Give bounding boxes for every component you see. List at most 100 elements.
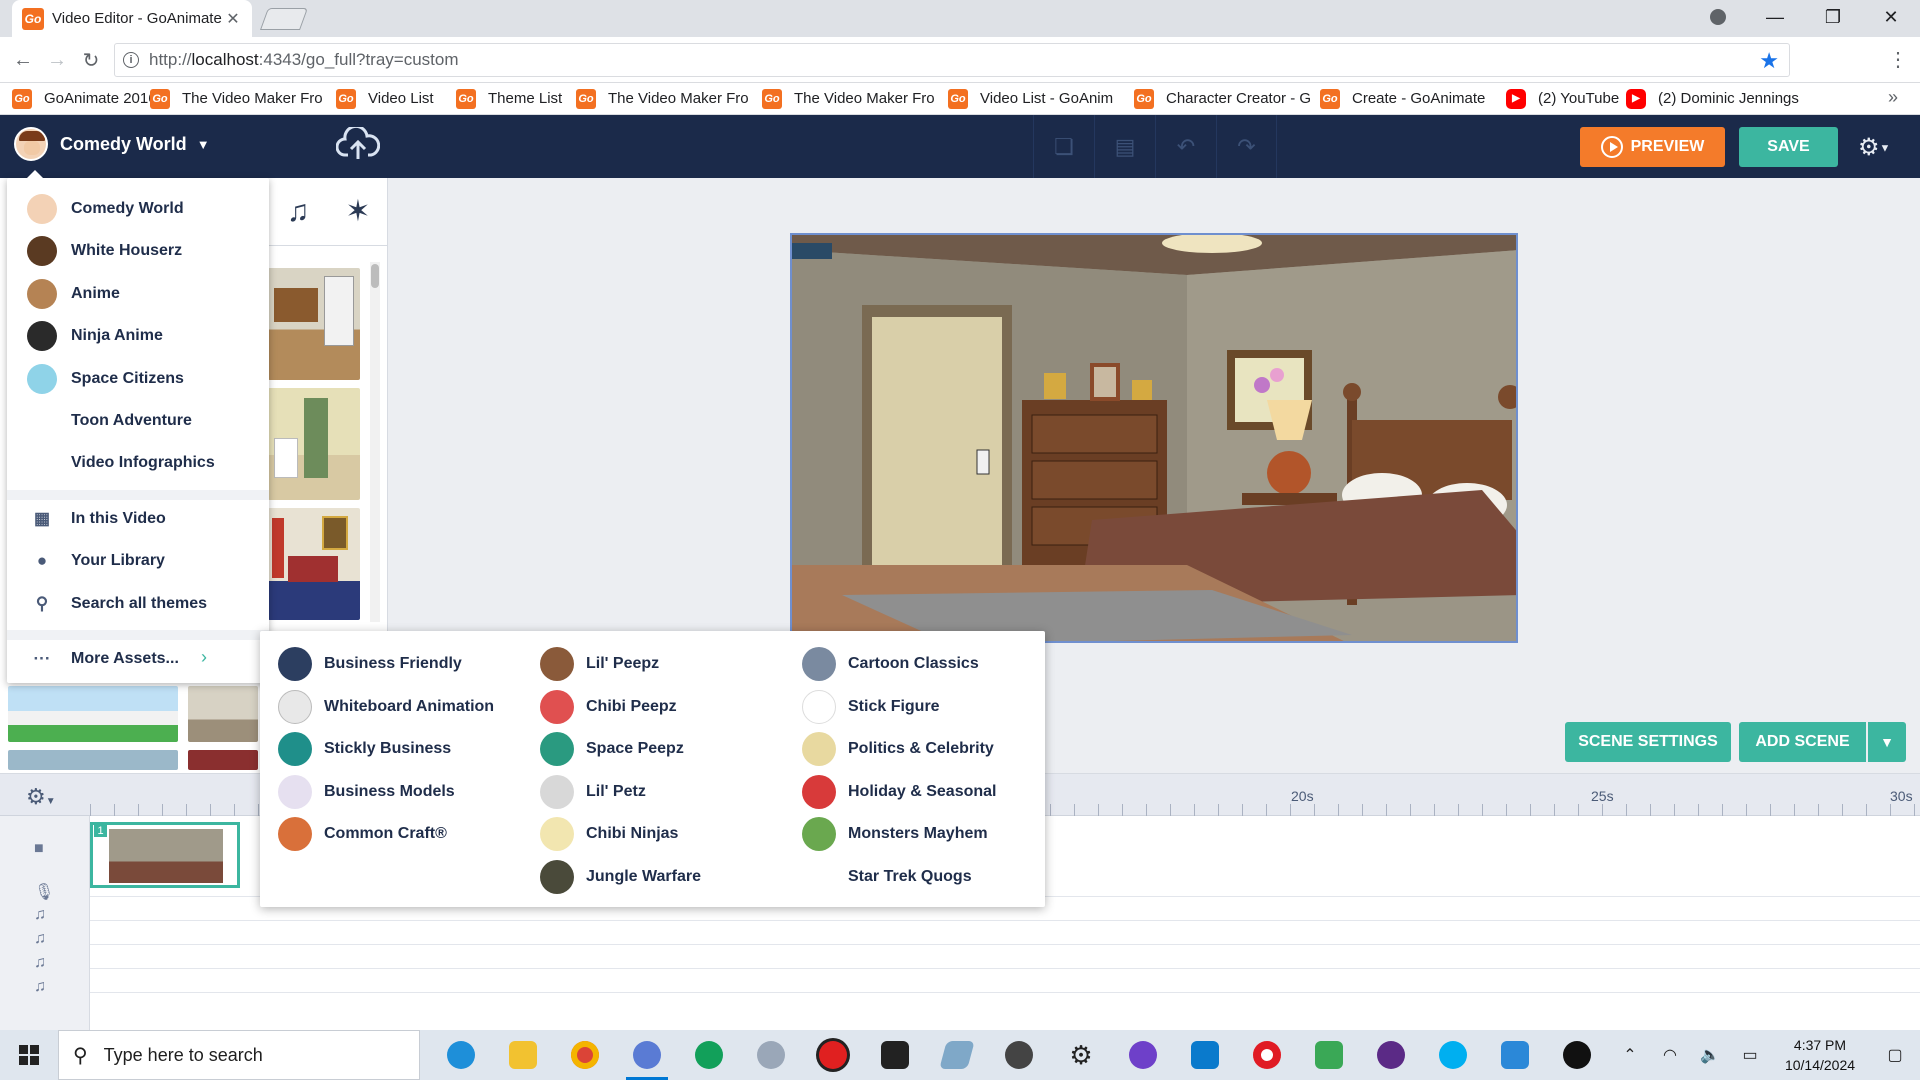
restore-icon[interactable]: ❐	[1804, 0, 1862, 34]
wifi-icon[interactable]: ◠	[1650, 1045, 1690, 1065]
chat-app-icon[interactable]	[1298, 1030, 1360, 1080]
app-green-icon[interactable]	[678, 1030, 740, 1080]
background-thumbnail[interactable]	[188, 750, 258, 770]
close-window-icon[interactable]: ✕	[1862, 0, 1920, 34]
edge-icon[interactable]	[430, 1030, 492, 1080]
background-thumbnail[interactable]	[268, 508, 360, 620]
theme-item-business-friendly[interactable]: Business Friendly	[278, 643, 494, 686]
theme-item-whiteboard-animation[interactable]: Whiteboard Animation	[278, 686, 494, 729]
settings-gear-icon[interactable]: ⚙▼	[1858, 133, 1890, 162]
timeline-scene-thumbnail[interactable]: 1	[90, 822, 240, 888]
theme-item-chibi-peepz[interactable]: Chibi Peepz	[540, 686, 701, 729]
battery-icon[interactable]: ▭	[1730, 1045, 1770, 1065]
scene-settings-button[interactable]: SCENE SETTINGS	[1565, 722, 1731, 762]
tab-close-icon[interactable]: ✕	[224, 9, 242, 29]
theme-item-common-craft[interactable]: Common Craft®	[278, 813, 494, 856]
background-thumbnail[interactable]	[8, 686, 178, 742]
back-icon[interactable]: ←	[8, 45, 38, 75]
undo-icon[interactable]: ↶	[1155, 115, 1216, 178]
scene-stage[interactable]	[790, 233, 1518, 643]
theme-item-comedy-world[interactable]: Comedy World	[7, 190, 269, 228]
bookmark-item[interactable]: GoGoAnimate 2016 Offl	[12, 85, 150, 113]
taskbar-search-input[interactable]: ⚲ Type here to search	[58, 1030, 420, 1080]
background-thumbnail[interactable]	[268, 388, 360, 500]
clock-app-icon[interactable]	[988, 1030, 1050, 1080]
profile-icon[interactable]	[1705, 4, 1731, 30]
more-assets-item[interactable]: ··· More Assets...	[7, 640, 269, 678]
theme-item-toon-adventure[interactable]: Toon Adventure	[7, 402, 269, 440]
save-button[interactable]: SAVE	[1739, 127, 1838, 167]
electron-icon[interactable]	[740, 1030, 802, 1080]
bookmark-star-icon[interactable]: ★	[1759, 48, 1779, 74]
timeline-settings-gear-icon[interactable]: ⚙▼	[26, 784, 56, 810]
theme-item-white-houserz[interactable]: White Houserz	[7, 232, 269, 270]
preview-button[interactable]: PREVIEW	[1580, 127, 1725, 167]
github-icon[interactable]	[1112, 1030, 1174, 1080]
chrome-icon[interactable]	[554, 1030, 616, 1080]
background-thumbnail[interactable]	[188, 686, 258, 742]
bookmark-item[interactable]: Go The Video Maker Fro	[576, 85, 762, 113]
browser-menu-icon[interactable]: ⋮	[1888, 47, 1908, 72]
windows-start-icon[interactable]	[0, 1030, 58, 1080]
search-all-themes-item[interactable]: ⚲ Search all themes	[7, 585, 269, 623]
in-this-video-item[interactable]: ▦ In this Video	[7, 500, 269, 538]
theme-item-monsters-mayhem[interactable]: Monsters Mayhem	[802, 813, 997, 856]
opera-icon[interactable]	[1236, 1030, 1298, 1080]
ff-app-icon[interactable]	[1546, 1030, 1608, 1080]
vscode-icon[interactable]	[1174, 1030, 1236, 1080]
theme-item-stickly-business[interactable]: Stickly Business	[278, 728, 494, 771]
bookmark-item[interactable]: Go Create - GoAnimate	[1320, 85, 1506, 113]
notes-icon[interactable]	[926, 1030, 988, 1080]
theme-item-jungle-warfare[interactable]: Jungle Warfare	[540, 856, 701, 899]
background-thumbnail[interactable]	[8, 750, 178, 770]
taskbar-clock[interactable]: 4:37 PM 10/14/2024	[1770, 1035, 1870, 1075]
chevron-up-icon[interactable]: ⌃	[1610, 1045, 1650, 1065]
theme-item-lil-petz[interactable]: Lil' Petz	[540, 771, 701, 814]
theme-item-cartoon-classics[interactable]: Cartoon Classics	[802, 643, 997, 686]
record-icon[interactable]	[802, 1030, 864, 1080]
bookmark-item[interactable]: ▶ (2) YouTube	[1506, 85, 1626, 113]
bookmark-item[interactable]: Go Theme List	[456, 85, 576, 113]
theme-item-star-trek-quogs[interactable]: Star Trek Quogs	[802, 856, 997, 899]
paste-icon[interactable]: ▤	[1094, 115, 1155, 178]
volume-icon[interactable]: 🔈	[1690, 1045, 1730, 1065]
chrome-active-icon[interactable]	[616, 1030, 678, 1080]
bookmarks-overflow-icon[interactable]: »	[1888, 87, 1898, 108]
theme-item-anime[interactable]: Anime	[7, 275, 269, 313]
effects-icon[interactable]: ✶	[328, 178, 388, 246]
skype-icon[interactable]	[1422, 1030, 1484, 1080]
music-icon[interactable]: ♫	[268, 178, 328, 246]
minimize-icon[interactable]: —	[1746, 0, 1804, 34]
theme-item-stick-figure[interactable]: Stick Figure	[802, 686, 997, 729]
theme-item-space-peepz[interactable]: Space Peepz	[540, 728, 701, 771]
browser-tab-active[interactable]: Go Video Editor - GoAnimate ✕	[12, 0, 252, 37]
redo-icon[interactable]: ↷	[1216, 115, 1277, 178]
theme-item-space-citizens[interactable]: Space Citizens	[7, 360, 269, 398]
bookmark-item[interactable]: ▶ (2) Dominic Jennings	[1626, 85, 1812, 113]
paint-icon[interactable]	[1484, 1030, 1546, 1080]
theme-item-chibi-ninjas[interactable]: Chibi Ninjas	[540, 813, 701, 856]
bookmark-item[interactable]: Go The Video Maker Fro	[762, 85, 948, 113]
new-tab-button[interactable]	[259, 8, 309, 30]
notifications-icon[interactable]: ▢	[1870, 1045, 1920, 1065]
terminal-icon[interactable]	[864, 1030, 926, 1080]
tray-scrollbar[interactable]	[370, 262, 380, 622]
copy-icon[interactable]: ❏	[1033, 115, 1094, 178]
theme-item-lil-peepz[interactable]: Lil' Peepz	[540, 643, 701, 686]
add-scene-button[interactable]: ADD SCENE	[1739, 722, 1866, 762]
background-thumbnail[interactable]	[268, 268, 360, 380]
theme-item-business-models[interactable]: Business Models	[278, 771, 494, 814]
theme-selector[interactable]: Comedy World ▼	[14, 127, 210, 161]
info-icon[interactable]: i	[123, 52, 139, 68]
file-explorer-icon[interactable]	[492, 1030, 554, 1080]
url-input[interactable]: i http://localhost:4343/go_full?tray=cus…	[114, 43, 1790, 77]
media-player-icon[interactable]	[1360, 1030, 1422, 1080]
cloud-upload-icon[interactable]	[336, 127, 380, 163]
forward-icon[interactable]: →	[42, 45, 72, 75]
theme-item-politics-celebrity[interactable]: Politics & Celebrity	[802, 728, 997, 771]
bookmark-item[interactable]: Go Character Creator - G	[1134, 85, 1320, 113]
bookmark-item[interactable]: Go Video List - GoAnim	[948, 85, 1134, 113]
theme-item-holiday-seasonal[interactable]: Holiday & Seasonal	[802, 771, 997, 814]
theme-item-ninja-anime[interactable]: Ninja Anime	[7, 317, 269, 355]
theme-item-video-infographics[interactable]: Video Infographics	[7, 444, 269, 482]
